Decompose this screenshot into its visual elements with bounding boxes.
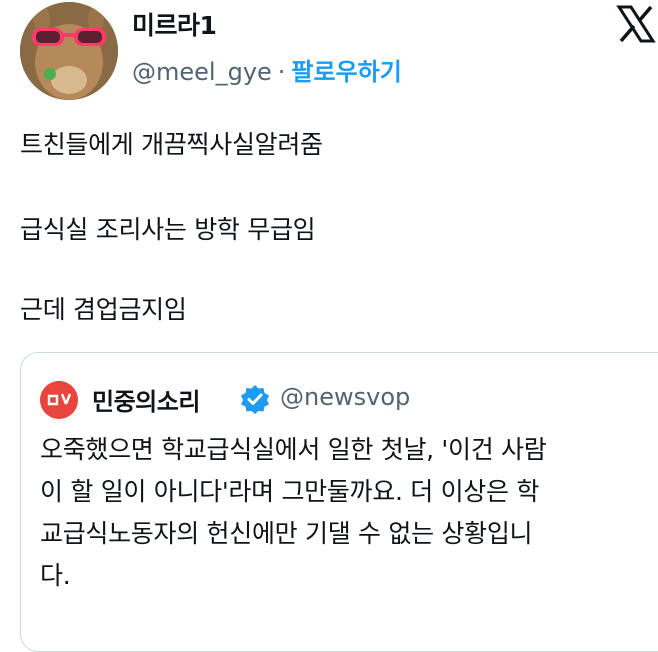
quoted-author-handle[interactable]: @newsvop xyxy=(280,383,410,411)
follow-button[interactable]: 팔로우하기 xyxy=(291,58,401,86)
verified-badge-icon xyxy=(241,385,269,414)
author-handle-row: @meel_gye · 팔로우하기 xyxy=(132,52,402,87)
separator-dot: · xyxy=(277,58,286,86)
tweet-text-line-2: 급식실 조리사는 방학 무급임 xyxy=(20,215,316,244)
tweet-text-line-3: 근데 겸업금지임 xyxy=(20,295,187,324)
author-avatar[interactable] xyxy=(20,2,118,100)
quoted-text-line-3: 교급식노동자의 헌신에만 기댈 수 없는 상황입니 xyxy=(40,519,533,548)
author-handle[interactable]: @meel_gye xyxy=(132,58,272,86)
quoted-text-line-2: 이 할 일이 아니다'라며 그만둘까요. 더 이상은 학 xyxy=(40,477,540,506)
x-logo-icon[interactable] xyxy=(616,4,656,44)
quoted-author-name[interactable]: 민중의소리 xyxy=(92,382,200,417)
quoted-text-line-1: 오죽했으면 학교급식실에서 일한 첫날, '이건 사람 xyxy=(40,435,547,464)
tweet-text-line-1: 트친들에게 개끔찍사실알려줌 xyxy=(20,130,323,159)
quoted-text-line-4: 다. xyxy=(40,561,71,590)
author-display-name[interactable]: 미르라1 xyxy=(132,6,217,42)
quoted-author-avatar[interactable] xyxy=(40,381,78,419)
